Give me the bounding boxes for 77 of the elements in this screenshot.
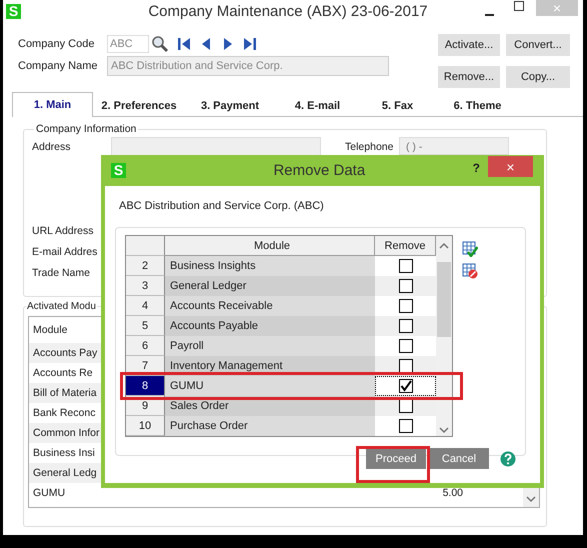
last-record-icon[interactable] [243, 37, 257, 51]
select-all-icon[interactable] [462, 241, 478, 257]
tab[interactable]: 4. E-mail [275, 94, 360, 116]
clear-all-icon[interactable] [462, 263, 478, 279]
table-cell: Common Infor [33, 427, 100, 439]
app-logo: S [111, 163, 126, 178]
table-cell: Accounts Payable [165, 316, 375, 336]
table-cell: General Ledger [165, 276, 375, 296]
row-number[interactable]: 3 [126, 276, 165, 296]
tab[interactable]: 2. Preferences [93, 94, 185, 116]
help-button[interactable]: ? [472, 160, 480, 174]
row-number[interactable]: 2 [126, 256, 165, 276]
action-button[interactable]: Remove... [438, 66, 500, 88]
field-label: Company Name [18, 60, 98, 72]
row-number[interactable]: 8 [126, 376, 165, 396]
row-number[interactable]: 10 [126, 416, 165, 436]
action-button[interactable]: Copy... [506, 66, 570, 88]
checkbox[interactable] [398, 339, 412, 353]
checkbox[interactable] [398, 259, 412, 273]
company-label: ABC Distribution and Service Corp. (ABC) [119, 200, 325, 214]
checkbox[interactable] [398, 319, 412, 333]
tab[interactable]: 3. Payment [185, 94, 275, 116]
scroll-thumb[interactable] [437, 262, 451, 336]
field-label: E-mail Addres [32, 246, 98, 260]
table-cell: GUMU [165, 376, 375, 396]
table-cell: Accounts Receivable [165, 296, 375, 316]
cancel-button[interactable]: Cancel [429, 448, 489, 469]
table-cell: Business Insi [33, 447, 95, 459]
checkbox[interactable] [398, 419, 412, 433]
action-button[interactable]: Activate... [438, 34, 500, 56]
field-label: Company Code [18, 38, 96, 50]
maximize-icon[interactable] [514, 1, 524, 11]
checkbox[interactable] [398, 299, 412, 313]
table-cell: Payroll [165, 336, 375, 356]
checkbox[interactable] [398, 399, 412, 413]
scroll-up-icon[interactable] [439, 242, 449, 250]
column-header: Module [165, 236, 375, 256]
field-label: Address [32, 141, 72, 155]
checkbox[interactable] [398, 379, 412, 393]
action-button[interactable]: Convert... [506, 34, 570, 56]
table-cell: Purchase Order [165, 416, 375, 436]
table-cell: Bill of Materia [33, 387, 97, 399]
scroll-down-icon[interactable] [526, 495, 536, 503]
app-logo: S [6, 4, 21, 18]
column-header: Module [32, 323, 68, 338]
row-number[interactable]: 4 [126, 296, 165, 316]
proceed-button[interactable]: Proceed [366, 448, 426, 469]
tab[interactable]: 5. Fax [360, 94, 435, 116]
checkbox[interactable] [398, 359, 412, 373]
tab[interactable]: 6. Theme [435, 94, 520, 116]
window-title: Company Maintenance (ABX) 23-06-2017 [147, 2, 429, 20]
close-button[interactable]: × [488, 156, 533, 177]
group-title: Activated Modu [26, 301, 97, 312]
scrollbar[interactable] [436, 236, 452, 436]
column-header: Remove [375, 236, 436, 256]
telephone-field[interactable]: ( ) - [399, 137, 509, 155]
row-number[interactable]: 5 [126, 316, 165, 336]
group-title: Company Information [35, 123, 138, 135]
scroll-down-icon[interactable] [439, 426, 449, 434]
table-cell: Accounts Re [33, 367, 93, 379]
checkbox[interactable] [398, 279, 412, 293]
table-cell: Bank Reconc [33, 407, 96, 419]
row-number[interactable]: 6 [126, 336, 165, 356]
field-label: Trade Name [32, 267, 91, 281]
field-label: Telephone [345, 141, 394, 155]
help-icon[interactable] [500, 450, 516, 466]
search-icon[interactable] [151, 35, 169, 53]
first-record-icon[interactable] [177, 37, 191, 51]
tab[interactable]: 1. Main [12, 92, 93, 117]
table-cell: General Ledg [33, 467, 97, 479]
dialog-title: Remove Data [272, 162, 366, 179]
table-cell: Accounts Pay [33, 347, 98, 359]
table-cell: Business Insights [165, 256, 375, 276]
table-cell: GUMU [33, 487, 66, 499]
company-code-field[interactable]: ABC [107, 35, 149, 53]
table-cell: 5.00 [442, 487, 463, 499]
field-label: URL Address [32, 225, 94, 239]
